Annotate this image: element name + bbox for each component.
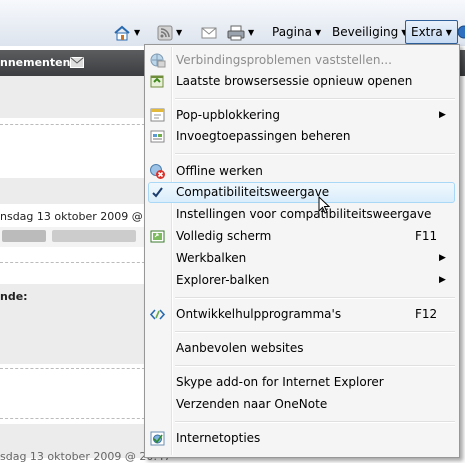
command-bar: ▼ ▼ ▼ Pagina▼ Beveiliging▼ Extra▼	[0, 0, 465, 46]
menu-item-explorer-bars[interactable]: Explorer-balken ▶	[145, 270, 459, 291]
menu-item-send-to-onenote[interactable]: Verzenden naar OneNote	[145, 394, 459, 415]
shortcut-label: F11	[415, 229, 438, 243]
popup-blocker-icon	[150, 108, 165, 122]
feeds-button[interactable]: ▼	[152, 20, 187, 44]
mouse-cursor-icon	[318, 196, 330, 214]
content-block	[0, 76, 150, 118]
chevron-down-icon: ▼	[314, 28, 322, 37]
home-icon	[114, 25, 130, 40]
submenu-arrow-icon: ▶	[439, 253, 446, 263]
manage-addons-icon	[150, 130, 165, 143]
security-menu-button[interactable]: Beveiliging▼	[327, 20, 412, 44]
print-button[interactable]: ▼	[222, 20, 259, 44]
tools-menu-button[interactable]: Extra ▼	[405, 20, 458, 44]
menu-item-label: Skype add-on for Internet Explorer	[176, 375, 384, 389]
submenu-arrow-icon: ▶	[439, 110, 446, 120]
menu-item-manage-addons[interactable]: Invoegtoepassingen beheren	[145, 126, 459, 147]
mail-icon	[70, 57, 84, 68]
internet-options-icon	[150, 431, 165, 446]
menu-item-popup-blocker[interactable]: Pop-upblokkering ▶	[145, 105, 459, 126]
tools-menu-label: Extra	[411, 25, 443, 39]
home-button[interactable]: ▼	[108, 20, 145, 44]
tools-dropdown-menu: Verbindingsproblemen vaststellen... Laat…	[144, 44, 460, 458]
menu-item-label: Verbindingsproblemen vaststellen...	[176, 53, 392, 67]
menu-item-label: Explorer-balken	[176, 273, 270, 287]
menu-item-label: Invoegtoepassingen beheren	[176, 129, 351, 143]
fullscreen-icon	[150, 230, 165, 243]
diagnose-connection-icon	[150, 53, 166, 68]
divider	[0, 368, 150, 369]
offline-icon	[150, 164, 165, 179]
post-date: nsdag 13 oktober 2009 @ 20	[0, 210, 161, 223]
mail-icon	[201, 27, 217, 38]
menu-item-label: Pop-upblokkering	[176, 108, 280, 122]
menu-item-skype-addon[interactable]: Skype add-on for Internet Explorer	[145, 372, 459, 393]
menu-separator	[175, 297, 455, 299]
menu-item-label: Instellingen voor compatibiliteitsweerga…	[176, 207, 432, 221]
reopen-session-icon	[150, 75, 164, 88]
menu-item-label: Aanbevolen websites	[176, 341, 304, 355]
nav-item-label: nnementen	[0, 56, 71, 69]
chevron-down-icon: ▼	[445, 28, 452, 37]
menu-item-work-offline[interactable]: Offline werken	[145, 161, 459, 182]
menu-separator	[175, 98, 455, 100]
menu-separator	[175, 365, 455, 367]
menu-separator	[175, 421, 455, 423]
print-icon	[227, 25, 245, 40]
checkmark-icon	[152, 187, 163, 198]
section-label: nde:	[0, 290, 28, 303]
rating-icons	[2, 230, 46, 242]
menu-item-developer-tools[interactable]: Ontwikkelhulpprogramma's F12	[145, 304, 459, 325]
menu-separator	[175, 153, 455, 155]
menu-item-compatibility-settings[interactable]: Instellingen voor compatibiliteitsweerga…	[145, 204, 459, 225]
divider	[0, 124, 150, 125]
content-block	[0, 178, 150, 204]
menu-item-reopen-session[interactable]: Laatste browsersessie opnieuw openen	[145, 71, 459, 92]
security-menu-label: Beveiliging	[332, 25, 399, 39]
divider	[0, 262, 150, 263]
menu-item-label: Verzenden naar OneNote	[176, 397, 328, 411]
menu-item-compatibility-view[interactable]: Compatibiliteitsweergave	[145, 182, 459, 203]
menu-item-label: Offline werken	[176, 164, 263, 178]
divider	[0, 418, 150, 419]
menu-item-label: Volledig scherm	[176, 229, 272, 243]
menu-item-suggested-sites[interactable]: Aanbevolen websites	[145, 338, 459, 359]
rss-icon	[157, 25, 173, 40]
menu-item-toolbars[interactable]: Werkbalken ▶	[145, 248, 459, 269]
action-icons	[52, 230, 136, 242]
help-icon[interactable]	[457, 25, 465, 39]
menu-item-label: Ontwikkelhulpprogramma's	[176, 307, 342, 321]
menu-item-label: Internetopties	[176, 431, 261, 445]
page-menu-label: Pagina	[272, 25, 312, 39]
page-menu-button[interactable]: Pagina ▼	[267, 20, 326, 44]
developer-tools-icon	[149, 309, 166, 320]
menu-item-internet-options[interactable]: Internetopties	[145, 428, 459, 449]
menu-item-label: Laatste browsersessie opnieuw openen	[176, 74, 413, 88]
menu-item-label: Compatibiliteitsweergave	[176, 185, 330, 199]
menu-separator	[175, 331, 455, 333]
submenu-arrow-icon: ▶	[439, 275, 446, 285]
menu-item-full-screen[interactable]: Volledig scherm F11	[145, 226, 459, 247]
menu-item-label: Werkbalken	[176, 251, 247, 265]
mail-button[interactable]	[196, 20, 222, 44]
shortcut-label: F12	[415, 307, 438, 321]
menu-item-diagnose-connection[interactable]: Verbindingsproblemen vaststellen...	[145, 50, 459, 71]
post-toolbar	[0, 227, 150, 247]
